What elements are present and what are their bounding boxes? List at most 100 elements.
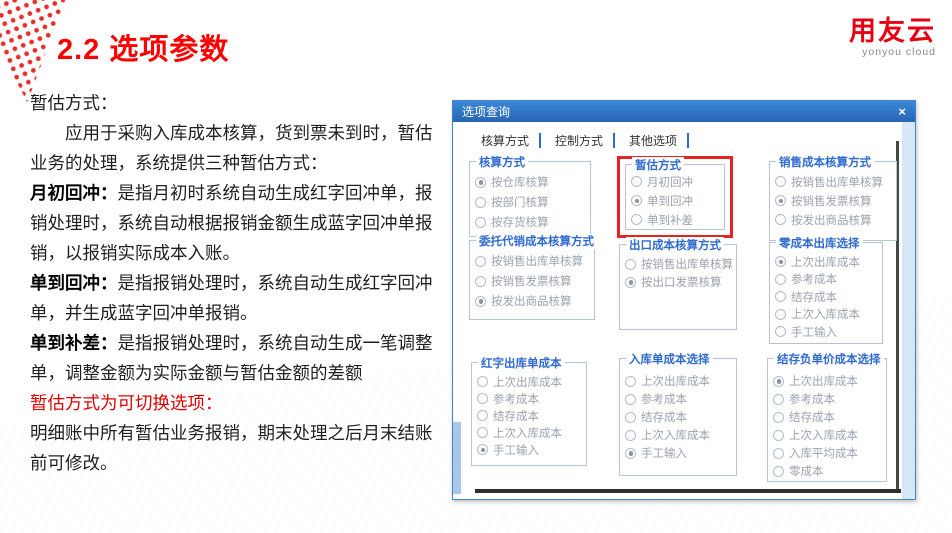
paragraph: 暂估方式： <box>30 88 446 118</box>
radio-label: 上次出库成本 <box>789 373 858 389</box>
radio-label: 手工输入 <box>791 324 837 340</box>
options-dialog: 选项查询 × 核算方式控制方式其他选项 核算方式按仓库核算按部门核算按存货核算暂… <box>452 100 916 500</box>
radio-icon[interactable] <box>625 412 636 423</box>
radio-option[interactable]: 按销售出库单核算 <box>475 251 591 271</box>
option-group: 核算方式按仓库核算按部门核算按存货核算 <box>469 161 591 237</box>
radio-icon[interactable] <box>775 176 786 187</box>
radio-option[interactable]: 按销售出库单核算 <box>775 172 893 191</box>
radio-selected-icon[interactable] <box>775 256 786 267</box>
option-list: 上次出库成本参考成本结存成本上次入库成本手工输入 <box>620 359 736 462</box>
radio-icon[interactable] <box>625 259 636 270</box>
radio-label: 上次入库成本 <box>641 427 710 443</box>
radio-label: 结存成本 <box>493 408 539 424</box>
radio-icon[interactable] <box>475 276 486 287</box>
tab-2[interactable]: 控制方式 <box>553 130 613 151</box>
group-title: 核算方式 <box>476 154 528 170</box>
radio-icon[interactable] <box>775 309 786 320</box>
radio-selected-icon[interactable] <box>773 376 784 387</box>
radio-label: 结存成本 <box>641 409 687 425</box>
option-group: 销售成本核算方式按销售出库单核算按销售发票核算按发出商品核算 <box>769 161 897 241</box>
paragraph: 应用于采购入库成本核算，货到票未到时，暂估业务的处理，系统提供三种暂估方式： <box>30 118 446 178</box>
group-title: 暂估方式 <box>632 157 684 173</box>
radio-option[interactable]: 上次出库成本 <box>625 372 733 390</box>
radio-selected-icon[interactable] <box>631 195 642 206</box>
radio-option[interactable]: 上次出库成本 <box>477 373 583 390</box>
radio-option[interactable]: 按仓库核算 <box>475 172 587 192</box>
radio-icon[interactable] <box>631 176 642 187</box>
radio-option[interactable]: 入库平均成本 <box>773 444 883 462</box>
radio-option[interactable]: 上次出库成本 <box>773 372 883 390</box>
radio-option[interactable]: 结存成本 <box>773 408 883 426</box>
text-segment: 单到补差： <box>30 333 118 353</box>
radio-icon[interactable] <box>773 430 784 441</box>
radio-option[interactable]: 参考成本 <box>477 390 583 407</box>
radio-option[interactable]: 按销售发票核算 <box>475 271 591 291</box>
radio-label: 上次入库成本 <box>791 306 860 322</box>
radio-icon[interactable] <box>773 466 784 477</box>
radio-icon[interactable] <box>775 291 786 302</box>
radio-icon[interactable] <box>477 427 488 438</box>
radio-label: 按出口发票核算 <box>641 274 722 290</box>
page-title: 2.2 选项参数 <box>57 26 229 68</box>
radio-label: 按销售出库单核算 <box>491 253 583 269</box>
radio-icon[interactable] <box>773 412 784 423</box>
radio-icon[interactable] <box>625 430 636 441</box>
radio-selected-icon[interactable] <box>475 296 486 307</box>
radio-option[interactable]: 结存成本 <box>775 288 879 306</box>
radio-icon[interactable] <box>475 197 486 208</box>
radio-label: 零成本 <box>789 463 824 479</box>
radio-selected-icon[interactable] <box>775 195 786 206</box>
radio-option[interactable]: 上次入库成本 <box>775 306 879 324</box>
radio-option[interactable]: 按出口发票核算 <box>625 273 733 291</box>
radio-option[interactable]: 按部门核算 <box>475 192 587 212</box>
option-list: 按销售出库单核算按销售发票核算按发出商品核算 <box>770 162 896 229</box>
radio-option[interactable]: 按销售出库单核算 <box>625 255 733 273</box>
radio-option[interactable]: 按发出商品核算 <box>475 291 591 311</box>
tab-1[interactable]: 核算方式 <box>479 130 539 151</box>
radio-option[interactable]: 上次入库成本 <box>477 424 583 441</box>
radio-option[interactable]: 参考成本 <box>773 390 883 408</box>
radio-option[interactable]: 零成本 <box>773 462 883 480</box>
left-scrollbar-strip[interactable] <box>453 422 461 494</box>
radio-label: 上次入库成本 <box>493 425 562 441</box>
tab-3[interactable]: 其他选项 <box>627 130 687 151</box>
close-icon[interactable]: × <box>898 105 906 118</box>
radio-selected-icon[interactable] <box>475 177 486 188</box>
tab-separator <box>613 133 615 148</box>
radio-option[interactable]: 参考成本 <box>775 271 879 289</box>
option-list: 上次出库成本参考成本结存成本上次入库成本入库平均成本零成本 <box>768 359 886 480</box>
radio-option[interactable]: 结存成本 <box>625 408 733 426</box>
radio-option[interactable]: 上次入库成本 <box>773 426 883 444</box>
radio-icon[interactable] <box>477 410 488 421</box>
radio-icon[interactable] <box>775 214 786 225</box>
radio-selected-icon[interactable] <box>477 444 488 455</box>
radio-icon[interactable] <box>625 394 636 405</box>
radio-option[interactable]: 上次出库成本 <box>775 253 879 271</box>
radio-icon[interactable] <box>773 394 784 405</box>
radio-icon[interactable] <box>631 214 642 225</box>
radio-selected-icon[interactable] <box>625 448 636 459</box>
radio-icon[interactable] <box>773 448 784 459</box>
text-segment: 明细账中所有暂估业务报销，期末处理之后月末结账前可修改。 <box>30 423 433 473</box>
radio-option[interactable]: 按发出商品核算 <box>775 210 893 229</box>
radio-icon[interactable] <box>775 274 786 285</box>
radio-label: 按销售出库单核算 <box>641 256 733 272</box>
radio-icon[interactable] <box>475 217 486 228</box>
radio-option[interactable]: 手工输入 <box>477 441 583 458</box>
radio-label: 按仓库核算 <box>491 174 549 190</box>
radio-icon[interactable] <box>477 393 488 404</box>
radio-icon[interactable] <box>775 326 786 337</box>
radio-option[interactable]: 手工输入 <box>775 323 879 341</box>
radio-selected-icon[interactable] <box>625 277 636 288</box>
radio-icon[interactable] <box>477 376 488 387</box>
dialog-titlebar[interactable]: 选项查询 × <box>453 101 915 122</box>
radio-option[interactable]: 按存货核算 <box>475 212 587 232</box>
radio-icon[interactable] <box>475 256 486 267</box>
radio-option[interactable]: 上次入库成本 <box>625 426 733 444</box>
radio-option[interactable]: 手工输入 <box>625 444 733 462</box>
radio-option[interactable]: 参考成本 <box>625 390 733 408</box>
radio-option[interactable]: 按销售发票核算 <box>775 191 893 210</box>
left-text: 暂估方式：应用于采购入库成本核算，货到票未到时，暂估业务的处理，系统提供三种暂估… <box>30 88 446 478</box>
radio-icon[interactable] <box>625 376 636 387</box>
radio-option[interactable]: 结存成本 <box>477 407 583 424</box>
